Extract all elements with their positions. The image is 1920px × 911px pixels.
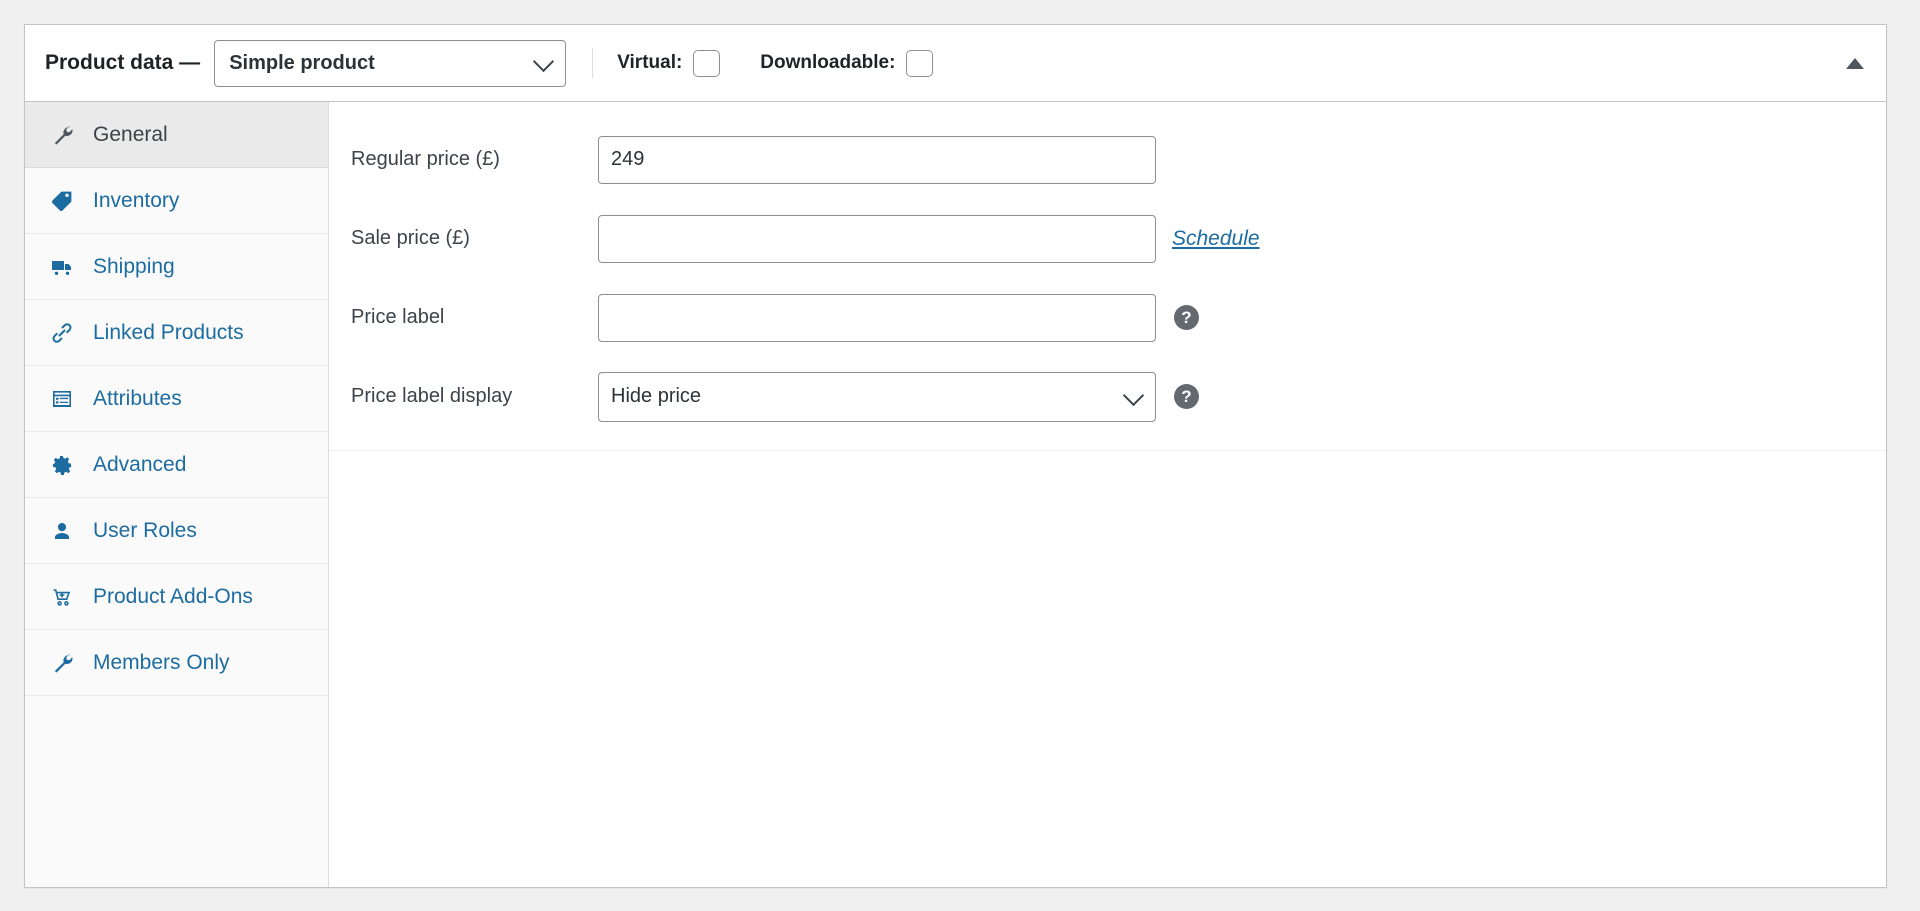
list-view-icon xyxy=(49,386,75,412)
price-label-label: Price label xyxy=(351,306,445,328)
sidebar-item-advanced[interactable]: Advanced xyxy=(25,432,328,498)
sale-price-input[interactable] xyxy=(598,214,1156,263)
wrench-icon xyxy=(49,122,75,148)
sidebar-item-label: Product Add-Ons xyxy=(93,584,253,608)
product-data-tabs: General Inventory Shipping Linked Produc… xyxy=(25,102,329,887)
help-icon[interactable]: ? xyxy=(1174,384,1199,409)
virtual-label: Virtual: xyxy=(617,52,683,73)
regular-price-label: Regular price (£) xyxy=(351,148,500,170)
user-icon xyxy=(49,518,75,544)
truck-icon xyxy=(49,254,75,280)
virtual-checkbox-group: Virtual: xyxy=(617,49,721,77)
sale-price-label: Sale price (£) xyxy=(351,227,470,249)
tab-content-general: Regular price (£) Sale price (£) Schedul… xyxy=(329,102,1886,887)
schedule-link[interactable]: Schedule xyxy=(1172,227,1260,251)
product-data-panel: Product data — Simple product Virtual: D… xyxy=(24,24,1887,888)
sale-price-row: Sale price (£) Schedule xyxy=(329,199,1886,278)
product-type-value: Simple product xyxy=(229,51,375,74)
sidebar-item-attributes[interactable]: Attributes xyxy=(25,366,328,432)
page-title: Product data — xyxy=(45,51,201,74)
chevron-down-icon xyxy=(533,50,555,73)
sidebar-item-label: Attributes xyxy=(93,386,182,410)
panel-body: General Inventory Shipping Linked Produc… xyxy=(25,102,1886,887)
gear-icon xyxy=(49,452,75,478)
sidebar-item-shipping[interactable]: Shipping xyxy=(25,234,328,300)
sidebar-item-label: Advanced xyxy=(93,452,187,476)
sidebar-item-user-roles[interactable]: User Roles xyxy=(25,498,328,564)
price-label-display-select[interactable]: Hide price xyxy=(598,371,1156,422)
sidebar-item-product-add-ons[interactable]: Product Add-Ons xyxy=(25,564,328,630)
sidebar-item-linked-products[interactable]: Linked Products xyxy=(25,300,328,366)
shopping-cart-icon xyxy=(49,584,75,610)
sidebar-item-inventory[interactable]: Inventory xyxy=(25,168,328,234)
header-divider xyxy=(592,48,594,78)
regular-price-input[interactable] xyxy=(598,135,1156,184)
virtual-checkbox[interactable] xyxy=(693,49,721,77)
downloadable-checkbox-group: Downloadable: xyxy=(760,49,934,77)
price-label-row: Price label ? xyxy=(329,278,1886,357)
sidebar-item-label: General xyxy=(93,122,168,146)
sidebar-item-label: Shipping xyxy=(93,254,175,278)
sidebar-item-label: Inventory xyxy=(93,188,180,212)
sidebar-item-members-only[interactable]: Members Only xyxy=(25,630,328,696)
price-label-display-row: Price label display Hide price ? xyxy=(329,357,1886,436)
triangle-up-icon[interactable] xyxy=(1846,58,1864,69)
chevron-down-icon xyxy=(1122,384,1145,406)
tag-icon xyxy=(49,188,75,214)
sidebar-item-label: Linked Products xyxy=(93,320,244,344)
price-label-display-value: Hide price xyxy=(611,385,702,407)
sidebar-item-label: User Roles xyxy=(93,518,197,542)
downloadable-checkbox[interactable] xyxy=(906,49,934,77)
product-type-select[interactable]: Simple product xyxy=(214,39,567,87)
price-label-display-label: Price label display xyxy=(351,385,513,407)
sidebar-item-general[interactable]: General xyxy=(25,102,328,168)
wrench-icon xyxy=(49,650,75,676)
pricing-options-group: Regular price (£) Sale price (£) Schedul… xyxy=(329,102,1886,451)
help-icon[interactable]: ? xyxy=(1174,305,1199,330)
sidebar-item-label: Members Only xyxy=(93,650,230,674)
link-icon xyxy=(49,320,75,346)
downloadable-label: Downloadable: xyxy=(760,52,896,73)
price-label-input[interactable] xyxy=(598,293,1156,342)
regular-price-row: Regular price (£) xyxy=(329,120,1886,199)
panel-header: Product data — Simple product Virtual: D… xyxy=(25,25,1886,102)
